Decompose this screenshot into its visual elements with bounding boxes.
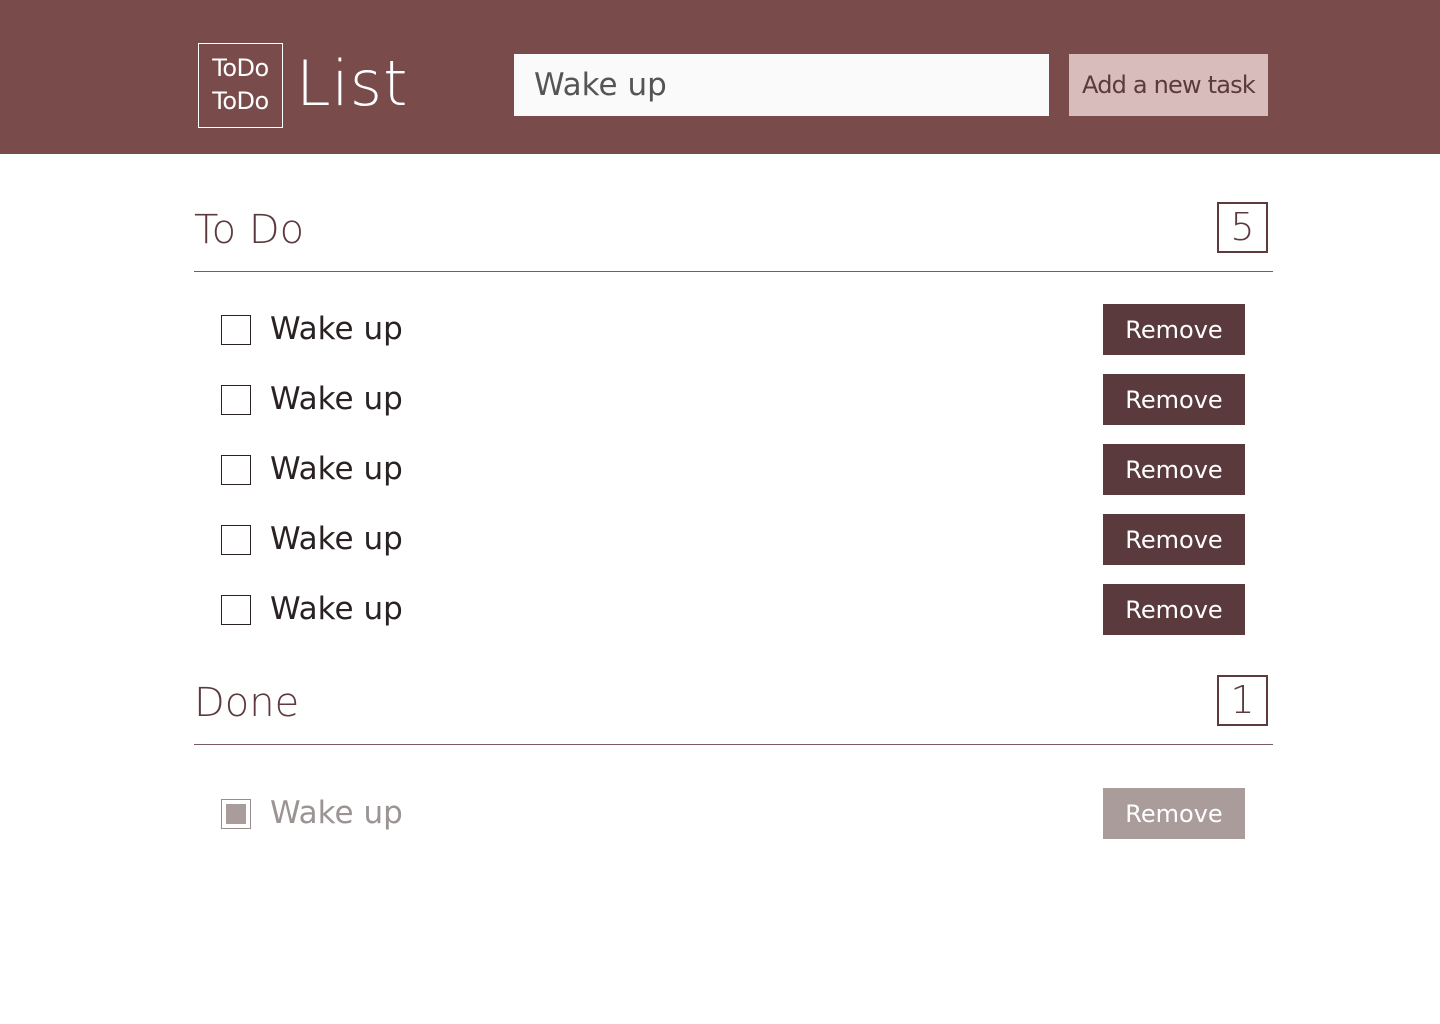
todo-item: Wake up Remove [221,304,1245,355]
remove-task-button[interactable]: Remove [1103,584,1245,635]
remove-task-button[interactable]: Remove [1103,304,1245,355]
todo-count-badge: 5 [1217,202,1268,253]
todo-item: Wake up Remove [221,374,1245,425]
done-section-title: Done [194,680,300,726]
remove-task-button[interactable]: Remove [1103,374,1245,425]
logo-line-1: ToDo [212,54,269,82]
task-label: Wake up [270,311,403,347]
remove-task-button[interactable]: Remove [1103,514,1245,565]
todo-section-title: To Do [194,207,305,253]
logo-line-2: ToDo [212,87,269,115]
todo-item: Wake up Remove [221,584,1245,635]
new-task-input[interactable] [514,54,1049,116]
logo-word: List [296,47,409,120]
task-checkbox[interactable] [221,315,251,345]
done-divider [194,744,1273,745]
task-label: Wake up [270,591,403,627]
checkbox-fill [226,804,246,824]
todo-divider [194,271,1273,272]
task-checkbox-checked[interactable] [221,799,251,829]
task-checkbox[interactable] [221,455,251,485]
done-count-badge: 1 [1217,675,1268,726]
task-label: Wake up [270,795,403,831]
task-checkbox[interactable] [221,525,251,555]
remove-task-button[interactable]: Remove [1103,788,1245,839]
app-header: ToDo ToDo List Add a new task [0,0,1440,154]
remove-task-button[interactable]: Remove [1103,444,1245,495]
task-checkbox[interactable] [221,595,251,625]
logo: ToDo ToDo [198,43,283,128]
task-label: Wake up [270,521,403,557]
task-checkbox[interactable] [221,385,251,415]
task-label: Wake up [270,381,403,417]
task-label: Wake up [270,451,403,487]
add-task-button[interactable]: Add a new task [1069,54,1268,116]
todo-item: Wake up Remove [221,514,1245,565]
todo-item: Wake up Remove [221,444,1245,495]
done-item: Wake up Remove [221,788,1245,839]
